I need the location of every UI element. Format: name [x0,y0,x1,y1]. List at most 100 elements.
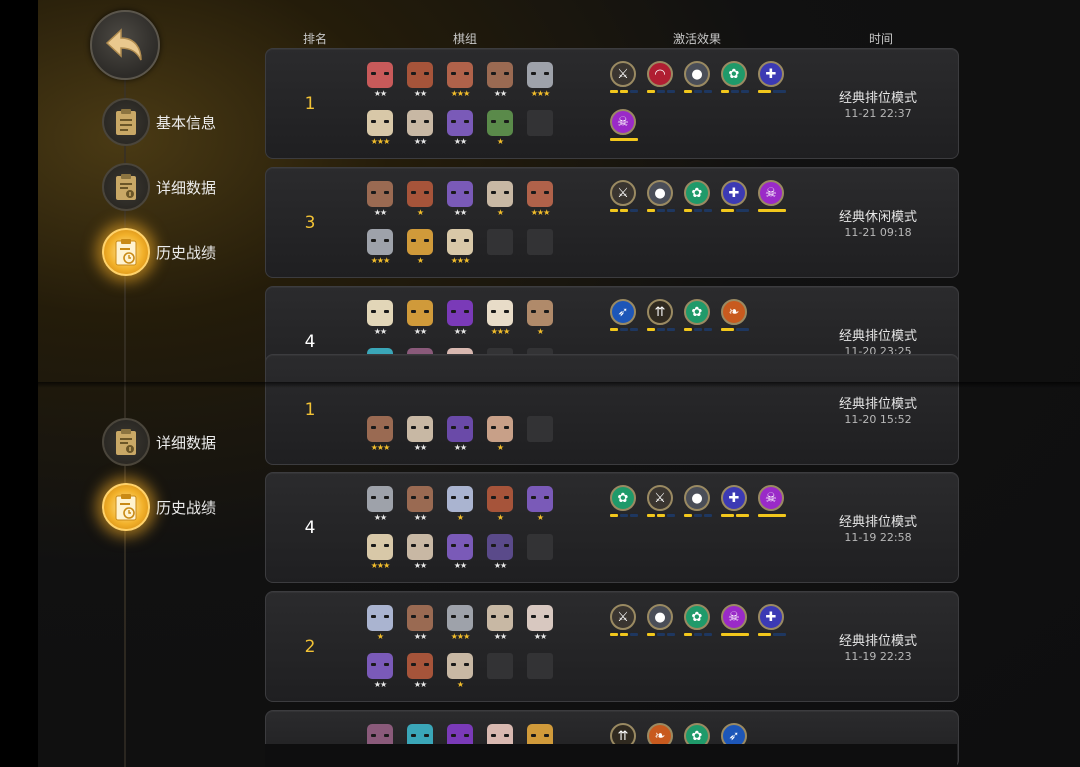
warlock-synergy-icon: ☠ [721,604,749,636]
empty-slot [527,110,553,136]
chess-piece-icon: ★★★ [527,62,553,98]
chess-piece-icon: ★ [447,486,473,522]
match-time: 11-21 22:37 [844,107,912,120]
chess-piece-icon: ★ [527,300,553,336]
back-button[interactable] [90,10,160,80]
game-mode: 经典排位模式 [838,91,917,106]
axe-synergy-icon: ⚔ [610,180,638,212]
undead-synergy-icon: ✚ [721,485,749,517]
human-synergy-icon: ● [647,180,675,212]
sidebar-item-basic-info[interactable]: 基本信息 [102,98,216,146]
chess-piece-icon: ★★ [407,486,433,522]
chess-piece-icon: ★★ [407,653,433,689]
chess-piece-icon: ★★ [487,62,513,98]
history-screen: 基本信息 详细数据 历史战绩 详细数据 历史战绩 排名 棋组 激活效果 时间 1… [38,0,1080,767]
chess-piece-icon: ★★ [407,300,433,336]
empty-slot [527,653,553,679]
sidebar-item-label: 详细数据 [156,433,217,452]
chess-piece-icon: ★ [407,229,433,265]
match-time: 11-19 22:58 [844,531,912,544]
sidebar-item-label: 基本信息 [156,113,217,132]
chess-piece-icon: ★★ [367,300,393,336]
history-icon [102,483,150,531]
match-card[interactable]: 1 ★★★ ★★ ★★ ★ 经典排位模式 11-20 15:52 [265,354,959,465]
match-card[interactable]: 3 ★★ ★ ★★ ★ ★★★ ★★★ ★ ★★★ ⚔ ● ✿ ✚ ☠ 经典休闲… [265,167,959,278]
back-arrow-icon [105,28,142,61]
chess-piece-icon: ★★★ [367,110,393,146]
game-mode: 经典排位模式 [838,397,917,412]
match-card[interactable]: 4 ★★ ★★ ★ ★ ★ ★★★ ★★ ★★ ★★ ✿ ⚔ ● ✚ ☠ 经典排… [265,472,959,583]
chess-piece-icon: ★ [407,181,433,217]
warlock-synergy-icon: ☠ [758,485,786,517]
match-card[interactable]: 1 ★★ ★★ ★★★ ★★ ★★★ ★★★ ★★ ★★ ★ ⚔ ◠ ● ✿ ✚… [265,48,959,159]
beast-synergy-icon: ✿ [610,485,638,517]
chess-piece-icon: ★★ [447,110,473,146]
match-rank: 1 [304,399,316,420]
beast-synergy-icon: ✿ [684,299,712,331]
column-header-time: 时间 [868,32,894,46]
chess-piece-icon: ★ [487,486,513,522]
human-synergy-icon: ● [647,604,675,636]
chess-piece-icon: ★★ [407,605,433,641]
empty-slot [527,534,553,560]
chess-piece-icon: ★★★ [367,416,393,452]
empty-slot [487,229,513,255]
axe-synergy-icon: ⚔ [610,61,638,93]
human-synergy-icon: ● [684,61,712,93]
match-info: 经典排位模式 11-21 22:37 [798,49,958,158]
chess-piece-icon: ★★★ [367,229,393,265]
chess-piece-icon: ★★★ [487,300,513,336]
spear-synergy-icon: ⇈ [647,299,675,331]
match-time: 11-20 15:52 [844,413,912,426]
chess-piece-icon: ★★ [367,486,393,522]
chess-piece-icon: ★★★ [367,534,393,570]
left-letterbox [0,0,38,767]
list-bottom-mask [265,744,957,767]
empty-slot [527,229,553,255]
match-info: 经典排位模式 11-19 22:58 [798,473,958,582]
game-mode: 经典休闲模式 [838,210,917,225]
chess-piece-icon: ★★ [367,62,393,98]
empty-slot [487,653,513,679]
sidebar-item-history[interactable]: 历史战绩 [102,483,216,531]
chess-piece-icon: ★★ [447,534,473,570]
beast-synergy-icon: ✿ [684,180,712,212]
game-mode: 经典排位模式 [838,329,917,344]
sidebar-item-details[interactable]: 详细数据 [102,418,216,466]
column-header-rank: 排名 [302,32,328,46]
chess-piece-icon: ★★ [407,110,433,146]
sidebar-item-history[interactable]: 历史战绩 [102,228,216,276]
sidebar-item-label: 历史战绩 [156,243,217,262]
data-sheet-icon [102,163,150,211]
chess-piece-icon: ★★ [447,300,473,336]
axe-synergy-icon: ⚔ [610,604,638,636]
chess-piece-icon: ★★★ [527,181,553,217]
sidebar-item-details[interactable]: 详细数据 [102,163,216,211]
chess-piece-icon: ★ [447,653,473,689]
leaf-synergy-icon: ❧ [721,299,749,331]
feather-synergy-icon: ➶ [610,299,638,331]
sidebar-item-label: 详细数据 [156,178,217,197]
game-mode: 经典排位模式 [838,515,917,530]
match-rank: 3 [304,212,316,233]
match-info: 经典排位模式 11-19 22:23 [798,592,958,701]
chess-piece-icon: ★ [487,416,513,452]
chess-piece-icon: ★★ [407,62,433,98]
warlock-synergy-icon: ☠ [758,180,786,212]
chess-piece-icon: ★★ [367,653,393,689]
chess-piece-icon: ★★★ [447,229,473,265]
history-icon [102,228,150,276]
chess-piece-icon: ★★ [527,605,553,641]
empty-slot [527,416,553,442]
match-rank: 1 [304,93,316,114]
match-info: 经典休闲模式 11-21 09:18 [798,168,958,277]
column-header-synergy: 激活效果 [672,32,722,46]
axe-synergy-icon: ⚔ [647,485,675,517]
chess-piece-icon: ★★ [447,416,473,452]
undead-synergy-icon: ✚ [758,61,786,93]
chess-piece-icon: ★★ [407,416,433,452]
clipboard-icon [102,98,150,146]
chess-piece-icon: ★ [487,110,513,146]
match-card[interactable]: 2 ★ ★★ ★★★ ★★ ★★ ★★ ★★ ★ ⚔ ● ✿ ☠ ✚ 经典排位模… [265,591,959,702]
undead-synergy-icon: ✚ [758,604,786,636]
